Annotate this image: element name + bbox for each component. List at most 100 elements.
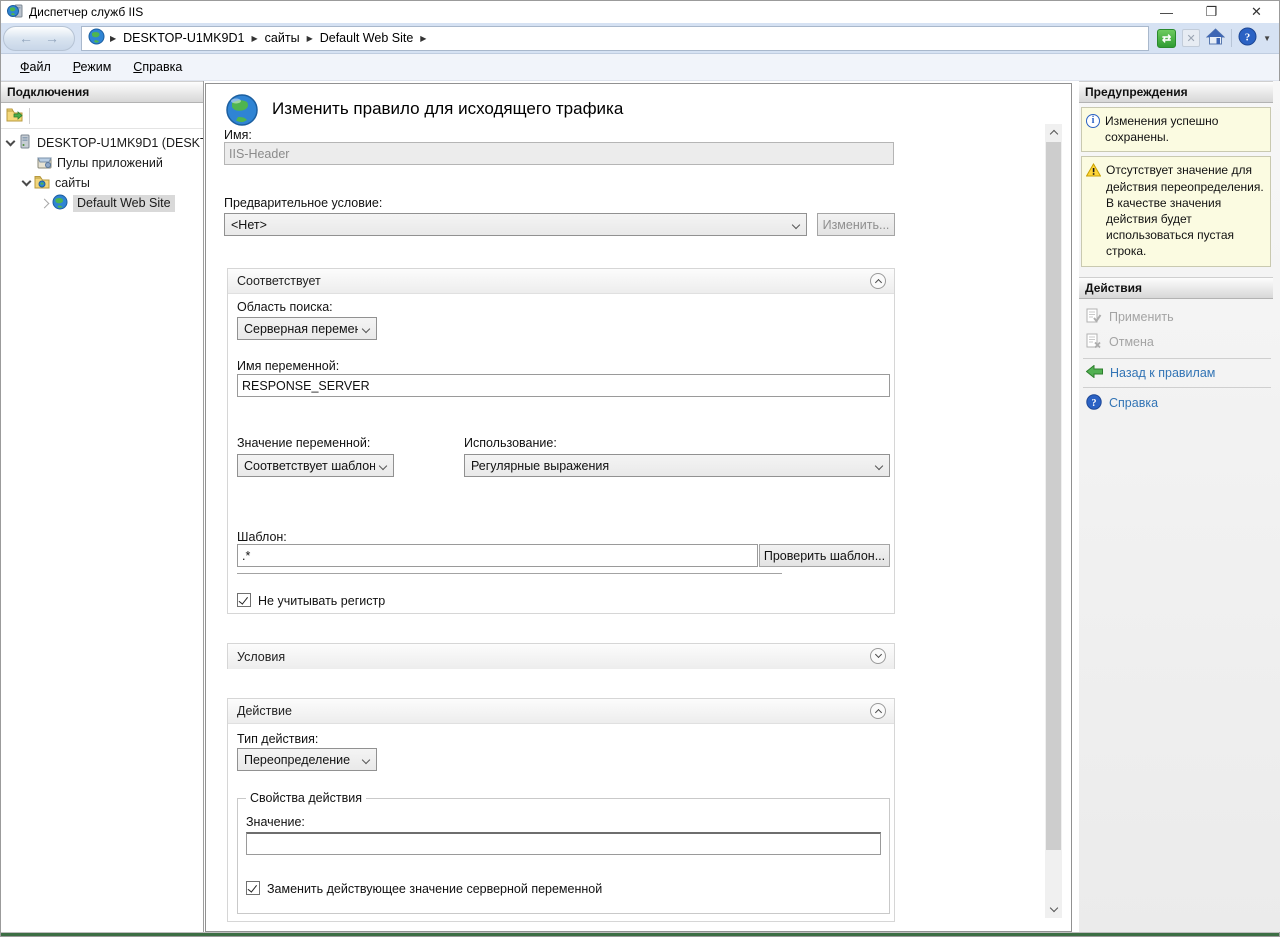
close-button[interactable]: ✕ bbox=[1234, 1, 1279, 23]
tree-item-server[interactable]: DESKTOP-U1MK9D1 (DESKTOI bbox=[1, 133, 203, 153]
tree-item-label: Пулы приложений bbox=[57, 156, 163, 170]
info-icon: i bbox=[1086, 114, 1100, 128]
toolbar-separator bbox=[29, 108, 30, 124]
chevron-down-icon bbox=[362, 756, 370, 764]
tree-item-label: Default Web Site bbox=[73, 195, 175, 212]
help-dropdown-caret-icon[interactable]: ▼ bbox=[1263, 34, 1271, 43]
save-connection-icon[interactable] bbox=[6, 107, 23, 125]
title-bar: Диспетчер служб IIS — ❐ ✕ bbox=[1, 1, 1279, 23]
breadcrumb-arrow-icon: ▶ bbox=[307, 34, 313, 43]
breadcrumb-arrow-icon: ▶ bbox=[252, 34, 258, 43]
using-value: Регулярные выражения bbox=[471, 459, 609, 473]
breadcrumb-default-web-site[interactable]: Default Web Site bbox=[320, 31, 414, 45]
stop-icon: ✕ bbox=[1182, 29, 1200, 47]
breadcrumb-sites[interactable]: сайты bbox=[265, 31, 300, 45]
back-icon[interactable]: ← bbox=[19, 31, 33, 45]
variable-value-select[interactable]: Соответствует шаблону bbox=[237, 454, 394, 477]
actions-header: Действия bbox=[1079, 277, 1273, 299]
restore-button[interactable]: ❐ bbox=[1189, 1, 1234, 23]
home-icon[interactable] bbox=[1206, 28, 1225, 49]
forward-icon[interactable]: → bbox=[45, 31, 59, 45]
feature-page: Изменить правило для исходящего трафика … bbox=[205, 83, 1072, 932]
variable-name-label: Имя переменной: bbox=[237, 359, 339, 373]
chevron-down-icon bbox=[875, 462, 883, 470]
apply-action: Применить bbox=[1079, 305, 1280, 330]
scroll-down-icon[interactable] bbox=[1045, 901, 1062, 918]
help-icon[interactable]: ? bbox=[1238, 27, 1257, 49]
minimize-button[interactable]: — bbox=[1144, 1, 1189, 23]
chevron-down-icon[interactable] bbox=[6, 136, 16, 146]
nav-buttons: ← → bbox=[3, 26, 75, 51]
globe-icon bbox=[88, 28, 105, 48]
expand-icon[interactable] bbox=[870, 648, 886, 664]
cancel-icon bbox=[1086, 333, 1102, 352]
server-icon bbox=[18, 134, 32, 152]
action-properties-group: Свойства действия bbox=[237, 798, 890, 914]
breadcrumb-arrow-icon: ▶ bbox=[110, 34, 116, 43]
help-action[interactable]: ? Справка bbox=[1079, 391, 1280, 416]
chevron-right-icon[interactable] bbox=[40, 198, 50, 208]
using-select[interactable]: Регулярные выражения bbox=[464, 454, 890, 477]
cancel-label: Отмена bbox=[1109, 335, 1154, 349]
action-type-select[interactable]: Переопределение bbox=[237, 748, 377, 771]
replace-value-checkbox[interactable] bbox=[246, 881, 260, 895]
scrollbar-thumb[interactable] bbox=[1046, 142, 1061, 850]
conditions-section: Условия bbox=[227, 643, 895, 669]
scope-label: Область поиска: bbox=[237, 300, 333, 314]
name-label: Имя: bbox=[224, 128, 252, 142]
info-alert-text: Изменения успешно сохранены. bbox=[1105, 113, 1266, 145]
site-globe-icon bbox=[52, 194, 68, 213]
action-type-label: Тип действия: bbox=[237, 732, 318, 746]
menu-view[interactable]: Режим bbox=[64, 57, 121, 77]
pattern-label: Шаблон: bbox=[237, 530, 287, 544]
app-icon bbox=[7, 3, 23, 22]
tree-item-label: сайты bbox=[55, 176, 90, 190]
tree-item-sites[interactable]: сайты bbox=[1, 173, 203, 193]
value-label: Значение: bbox=[246, 815, 305, 829]
page-title: Изменить правило для исходящего трафика bbox=[272, 99, 623, 119]
scope-select[interactable]: Серверная переменн bbox=[237, 317, 377, 340]
refresh-icon[interactable]: ⇄ bbox=[1157, 29, 1176, 48]
menu-file[interactable]: Файл bbox=[11, 57, 60, 77]
using-label: Использование: bbox=[464, 436, 557, 450]
tree-item-app-pools[interactable]: Пулы приложений bbox=[1, 153, 203, 173]
warning-alert: Отсутствует значение для действия переоп… bbox=[1081, 156, 1271, 266]
scroll-up-icon[interactable] bbox=[1045, 124, 1062, 141]
variable-name-input[interactable] bbox=[237, 374, 890, 397]
value-input[interactable] bbox=[246, 832, 881, 855]
match-section-header[interactable]: Соответствует bbox=[228, 269, 894, 294]
variable-value-label: Значение переменной: bbox=[237, 436, 370, 450]
chevron-down-icon[interactable] bbox=[22, 176, 32, 186]
menu-help[interactable]: Справка bbox=[124, 57, 191, 77]
collapse-icon[interactable] bbox=[870, 703, 886, 719]
back-to-rules-label[interactable]: Назад к правилам bbox=[1110, 366, 1215, 380]
help-label[interactable]: Справка bbox=[1109, 396, 1158, 410]
conditions-section-header[interactable]: Условия bbox=[228, 644, 894, 669]
toolbar-separator bbox=[1231, 29, 1232, 47]
breadcrumb-server[interactable]: DESKTOP-U1MK9D1 bbox=[123, 31, 244, 45]
pattern-input[interactable] bbox=[237, 544, 758, 567]
chevron-down-icon bbox=[792, 221, 800, 229]
ignore-case-checkbox[interactable] bbox=[237, 593, 251, 607]
connections-header: Подключения bbox=[1, 81, 203, 103]
chevron-down-icon bbox=[379, 462, 387, 470]
actions-separator bbox=[1083, 387, 1271, 388]
back-to-rules-action[interactable]: Назад к правилам bbox=[1079, 362, 1280, 384]
breadcrumb[interactable]: ▶ DESKTOP-U1MK9D1 ▶ сайты ▶ Default Web … bbox=[81, 26, 1149, 51]
cancel-action: Отмена bbox=[1079, 330, 1280, 355]
tree-item-default-web-site[interactable]: Default Web Site bbox=[1, 193, 203, 213]
precondition-select[interactable]: <Нет> bbox=[224, 213, 807, 236]
svg-text:?: ? bbox=[1245, 32, 1251, 44]
actions-separator bbox=[1083, 358, 1271, 359]
test-pattern-button[interactable]: Проверить шаблон... bbox=[759, 544, 890, 567]
vertical-scrollbar[interactable] bbox=[1045, 124, 1062, 918]
alerts-header: Предупреждения bbox=[1079, 81, 1273, 103]
apply-icon bbox=[1086, 308, 1102, 327]
precondition-value: <Нет> bbox=[231, 218, 267, 232]
collapse-icon[interactable] bbox=[870, 273, 886, 289]
action-section-header[interactable]: Действие bbox=[228, 699, 894, 724]
window-bottom-edge bbox=[1, 933, 1279, 936]
app-pools-icon bbox=[37, 155, 52, 172]
tree-item-label: DESKTOP-U1MK9D1 (DESKTOI bbox=[37, 136, 203, 150]
edit-precondition-button[interactable]: Изменить... bbox=[817, 213, 895, 236]
